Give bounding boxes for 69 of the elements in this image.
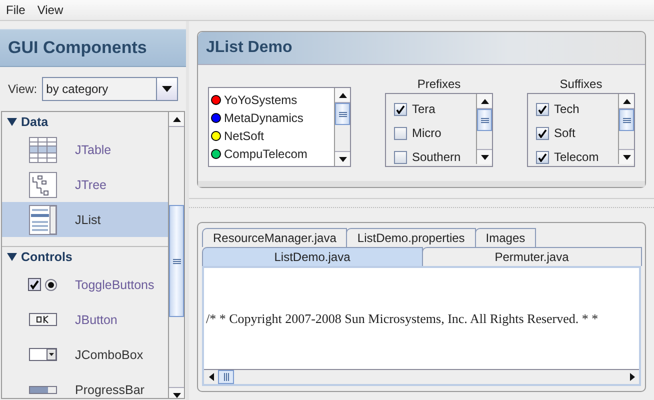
checkbox-label: Southern <box>412 150 461 164</box>
down-arrow-icon[interactable] <box>172 392 180 398</box>
grip-icon <box>338 112 346 116</box>
vertical-scrollbar[interactable] <box>334 88 350 166</box>
list-icon <box>29 204 57 234</box>
down-arrow-icon[interactable] <box>480 154 488 160</box>
up-arrow-icon[interactable] <box>480 98 488 104</box>
horizontal-scrollbar[interactable] <box>204 369 639 384</box>
checkbox-label: Telecom <box>554 150 599 164</box>
list-title: Suffixes <box>560 77 602 91</box>
tree-item[interactable]: JButton <box>2 302 168 337</box>
up-arrow-icon[interactable] <box>338 92 346 98</box>
menu-item[interactable]: View <box>37 3 64 17</box>
ok-button-icon <box>29 313 57 326</box>
list-item[interactable]: NetSoft <box>224 129 264 143</box>
category-label[interactable]: Controls <box>21 250 72 264</box>
tree-item[interactable]: ProgressBar <box>2 372 168 398</box>
checkbox-label: Soft <box>554 126 576 140</box>
combobox-icon <box>29 348 57 361</box>
vertical-scrollbar[interactable] <box>476 94 492 164</box>
vertical-scrollbar[interactable] <box>168 112 184 398</box>
down-arrow-icon[interactable] <box>338 156 346 162</box>
tree-item[interactable]: JComboBox <box>2 337 168 372</box>
tree-item[interactable]: JTable <box>2 132 168 167</box>
sidebar-title: GUI Components <box>0 29 186 67</box>
checkbox-label: Tech <box>554 102 580 116</box>
view-dropdown[interactable]: by category <box>42 77 178 101</box>
caret-icon <box>162 86 172 92</box>
down-arrow-icon[interactable] <box>622 154 630 160</box>
tree-item[interactable]: JList <box>2 202 168 237</box>
right-arrow-icon[interactable] <box>630 373 634 381</box>
list-item[interactable]: MetaDynamics <box>224 111 304 125</box>
tree-icon <box>29 172 57 198</box>
category-label[interactable]: Data <box>21 115 48 129</box>
left-arrow-icon[interactable] <box>208 373 214 381</box>
view-label: View: <box>8 82 38 96</box>
checkbox[interactable] <box>394 126 407 140</box>
tab[interactable]: Permuter.java <box>422 247 642 266</box>
expand-icon[interactable] <box>7 118 17 126</box>
checkbox-label: Tera <box>412 102 436 116</box>
tab[interactable]: Images <box>474 228 536 247</box>
code-text: /* * Copyright 2007-2008 Sun Microsystems, Inc. All Rights Reserved. * * <box>205 310 600 328</box>
tab[interactable]: ResourceManager.java <box>202 228 348 247</box>
up-arrow-icon[interactable] <box>172 116 180 122</box>
grip-icon <box>622 118 630 122</box>
grip-icon <box>224 373 228 381</box>
checkbox-radio-icon <box>28 278 58 292</box>
grip-icon <box>480 118 488 122</box>
checkbox-label: Micro <box>412 126 442 140</box>
table-icon <box>29 136 57 162</box>
checkbox[interactable] <box>536 126 549 140</box>
list-item[interactable]: CompuTelecom <box>224 147 308 161</box>
panel-title: JList Demo <box>198 32 645 65</box>
checkbox[interactable] <box>394 102 407 116</box>
tab[interactable]: ListDemo.java <box>202 247 422 266</box>
list-title: Prefixes <box>417 77 461 91</box>
tab[interactable]: ListDemo.properties <box>346 228 476 247</box>
vertical-scrollbar[interactable] <box>618 94 634 164</box>
grip-icon <box>172 258 180 264</box>
checkbox[interactable] <box>536 150 549 164</box>
list-item[interactable]: YoYoSystems <box>224 93 298 107</box>
expand-icon[interactable] <box>7 253 17 261</box>
checkbox[interactable] <box>394 150 407 164</box>
up-arrow-icon[interactable] <box>622 98 630 104</box>
checkbox[interactable] <box>536 102 549 116</box>
tree-item[interactable]: ToggleButtons <box>2 267 168 302</box>
tree-item[interactable]: JTree <box>2 167 168 202</box>
menu-item[interactable]: File <box>6 3 26 17</box>
progress-bar-icon <box>29 386 57 394</box>
